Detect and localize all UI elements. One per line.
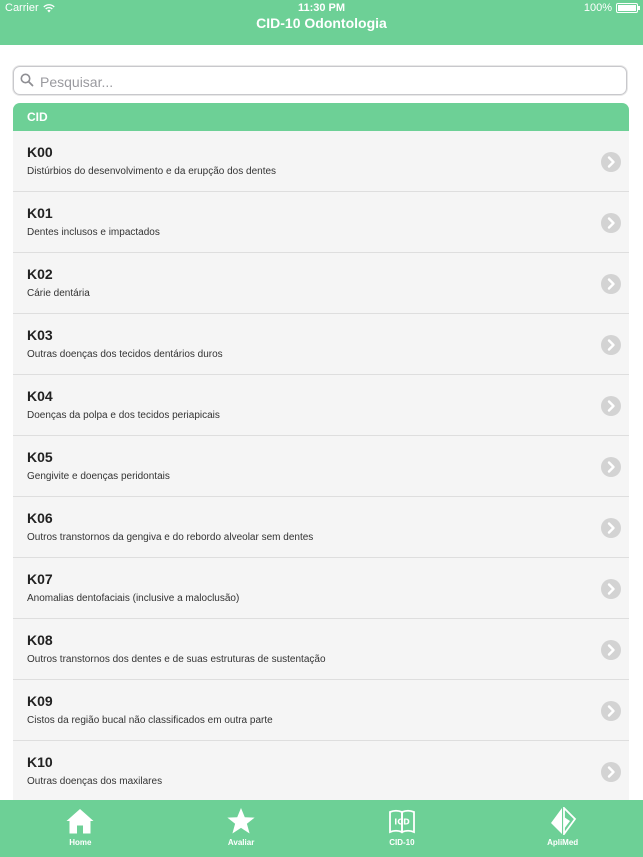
item-description: Cárie dentária bbox=[27, 288, 90, 299]
tab-cid10[interactable]: ICD CID-10 bbox=[322, 800, 483, 857]
item-description: Cistos da região bucal não classificados… bbox=[27, 715, 273, 726]
item-code: K09 bbox=[27, 693, 53, 709]
home-icon bbox=[66, 809, 94, 834]
item-code: K00 bbox=[27, 144, 53, 160]
item-description: Dentes inclusos e impactados bbox=[27, 227, 160, 238]
list-item[interactable]: K09 Cistos da região bucal não classifica… bbox=[13, 680, 629, 741]
tab-bar: Home Avaliar ICD CID-10 ApliMed bbox=[0, 800, 643, 857]
list-header: CID bbox=[13, 103, 629, 131]
chevron-right-icon bbox=[601, 335, 621, 355]
chevron-right-icon bbox=[601, 640, 621, 660]
item-description: Gengivite e doenças peridontais bbox=[27, 471, 170, 482]
status-battery: 100% bbox=[583, 2, 640, 14]
page-title: CID-10 Odontologia bbox=[256, 15, 387, 31]
list-item[interactable]: K04 Doenças da polpa e dos tecidos periap… bbox=[13, 375, 629, 436]
list-item[interactable]: K08 Outros transtornos dos dentes e de su… bbox=[13, 619, 629, 680]
item-description: Outras doenças dos tecidos dentários dur… bbox=[27, 349, 223, 360]
item-description: Anomalias dentofaciais (inclusive a malo… bbox=[27, 593, 240, 604]
item-description: Distúrbios do desenvolvimento e da erupç… bbox=[27, 166, 277, 177]
item-code: K06 bbox=[27, 510, 53, 526]
item-description: Outros transtornos dos dentes e de suas … bbox=[27, 654, 326, 665]
item-code: K10 bbox=[27, 754, 53, 770]
list-item[interactable]: K06 Outros transtornos da gengiva e do re… bbox=[13, 497, 629, 558]
search-icon bbox=[20, 73, 34, 87]
list-item[interactable]: K07 Anomalias dentofaciais (inclusive a m… bbox=[13, 558, 629, 619]
chevron-right-icon bbox=[601, 457, 621, 477]
chevron-right-icon bbox=[601, 518, 621, 538]
item-code: K02 bbox=[27, 266, 53, 282]
tab-label-aplimed: ApliMed bbox=[547, 838, 579, 847]
svg-text:ICD: ICD bbox=[394, 818, 410, 827]
chevron-right-icon bbox=[601, 274, 621, 294]
tab-home[interactable]: Home bbox=[0, 800, 161, 857]
chevron-right-icon bbox=[601, 762, 621, 782]
tab-avaliar[interactable]: Avaliar bbox=[161, 800, 322, 857]
item-code: K08 bbox=[27, 632, 53, 648]
item-code: K04 bbox=[27, 388, 53, 404]
battery-icon bbox=[616, 3, 640, 13]
item-code: K03 bbox=[27, 327, 53, 343]
aplimed-logo-icon bbox=[550, 807, 576, 835]
list-item[interactable]: K03 Outras doenças dos tecidos dentários … bbox=[13, 314, 629, 375]
chevron-right-icon bbox=[601, 396, 621, 416]
book-icon: ICD bbox=[388, 809, 415, 834]
item-code: K05 bbox=[27, 449, 53, 465]
chevron-right-icon bbox=[601, 213, 621, 233]
tab-label-home: Home bbox=[69, 838, 92, 847]
list-items: K00 Distúrbios do desenvolvimento e da er… bbox=[13, 131, 629, 800]
battery-fill bbox=[618, 5, 636, 11]
item-code: K07 bbox=[27, 571, 53, 587]
tab-label-cid10: CID-10 bbox=[389, 838, 415, 847]
tab-label-avaliar: Avaliar bbox=[227, 838, 255, 847]
chevron-right-icon bbox=[601, 152, 621, 172]
battery-percent: 100% bbox=[583, 2, 612, 14]
status-time: 11:30 PM bbox=[297, 2, 346, 14]
search-input[interactable] bbox=[38, 67, 622, 96]
item-description: Outros transtornos da gengiva e do rebor… bbox=[27, 532, 314, 543]
list-item[interactable]: K02 Cárie dentária bbox=[13, 253, 629, 314]
list-item[interactable]: K00 Distúrbios do desenvolvimento e da er… bbox=[13, 131, 629, 192]
item-description: Doenças da polpa e dos tecidos periapica… bbox=[27, 410, 220, 421]
list-item[interactable]: K10 Outras doenças dos maxilares bbox=[13, 741, 629, 800]
list-item[interactable]: K01 Dentes inclusos e impactados bbox=[13, 192, 629, 253]
star-icon bbox=[227, 808, 255, 834]
nav-bar: CID-10 Odontologia bbox=[0, 15, 643, 45]
item-code: K01 bbox=[27, 205, 53, 221]
chevron-right-icon bbox=[601, 579, 621, 599]
chevron-right-icon bbox=[601, 701, 621, 721]
item-description: Outras doenças dos maxilares bbox=[27, 776, 163, 787]
cid-list: CID K00 Distúrbios do desenvolvimento e d… bbox=[13, 103, 629, 800]
tab-aplimed[interactable]: ApliMed bbox=[482, 800, 643, 857]
list-item[interactable]: K05 Gengivite e doenças peridontais bbox=[13, 436, 629, 497]
search-bar[interactable] bbox=[13, 66, 627, 96]
